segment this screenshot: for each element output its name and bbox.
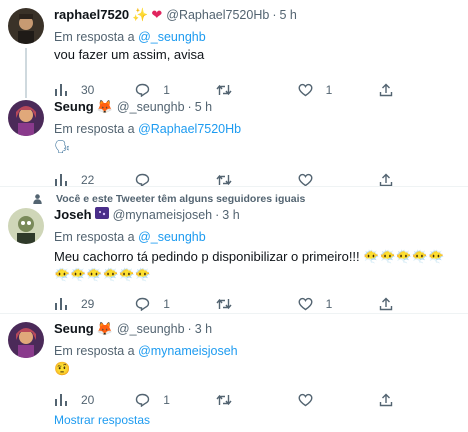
tweet-header: Joseh @mynameisjoseh · 3 h: [54, 206, 460, 224]
display-name[interactable]: raphael7520: [54, 6, 129, 24]
reply-count: 1: [163, 393, 170, 407]
reply-context: Em resposta a @Raphael7520Hb: [54, 120, 460, 138]
avatar[interactable]: [8, 322, 44, 358]
avatar[interactable]: [8, 100, 44, 136]
avatar[interactable]: [8, 8, 44, 44]
tweet-2[interactable]: Seung 🦊 @_seunghb · 5 h Em resposta a @R…: [0, 92, 468, 187]
fox-icon: 🦊: [96, 321, 113, 336]
views-button[interactable]: 20: [54, 393, 135, 407]
like-icon: [298, 393, 313, 407]
handle[interactable]: @_seunghb: [117, 320, 185, 338]
reply-prefix: Em resposta a: [54, 122, 135, 136]
reply-prefix: Em resposta a: [54, 30, 135, 44]
reply-to-link[interactable]: @mynameisjoseh: [138, 344, 238, 358]
tweet-1[interactable]: raphael7520 ✨ ❤ @Raphael7520Hb · 5 h Em …: [0, 0, 468, 98]
handle[interactable]: @_seunghb: [117, 98, 185, 116]
retweet-icon: [216, 297, 232, 311]
views-icon: [54, 297, 68, 311]
fox-icon: 🦊: [96, 99, 113, 114]
timestamp[interactable]: 5 h: [195, 98, 212, 116]
views-button[interactable]: 22: [54, 173, 135, 187]
reply-context: Em resposta a @_seunghb: [54, 28, 460, 46]
separator: ·: [272, 8, 277, 22]
reply-icon: [135, 297, 150, 311]
reply-button[interactable]: [135, 173, 216, 187]
like-button[interactable]: [298, 393, 379, 407]
divider: [0, 313, 468, 314]
milky-way-icon: [94, 206, 109, 224]
reply-to-link[interactable]: @Raphael7520Hb: [138, 122, 241, 136]
retweet-button[interactable]: [216, 173, 297, 187]
timestamp[interactable]: 3 h: [195, 320, 212, 338]
tweet-text: 🤨: [54, 361, 71, 376]
like-icon: [298, 297, 313, 311]
retweet-button[interactable]: [216, 393, 297, 407]
reply-to-link[interactable]: @_seunghb: [138, 230, 206, 244]
tweet-text: Meu cachorro tá pedindo p disponibilizar…: [54, 249, 445, 282]
display-name[interactable]: Seung: [54, 320, 94, 338]
tweet-text: 🗣: [54, 139, 71, 154]
sparkles-icon: ✨: [132, 7, 149, 22]
reply-count: 1: [163, 297, 170, 311]
reply-icon: [135, 173, 150, 187]
reply-icon: [135, 393, 150, 407]
handle[interactable]: @mynameisjoseh: [113, 206, 213, 224]
reply-button[interactable]: 1: [135, 297, 216, 311]
reply-prefix: Em resposta a: [54, 344, 135, 358]
share-button[interactable]: [379, 297, 460, 311]
share-button[interactable]: [379, 393, 460, 407]
share-icon: [379, 393, 393, 407]
retweet-icon: [216, 393, 232, 407]
timestamp[interactable]: 3 h: [222, 206, 239, 224]
retweet-button[interactable]: [216, 297, 297, 311]
like-button[interactable]: [298, 173, 379, 187]
person-icon: [33, 194, 42, 204]
display-name[interactable]: Joseh: [54, 206, 92, 224]
tweet-header: Seung 🦊 @_seunghb · 5 h: [54, 98, 460, 116]
separator: ·: [187, 100, 192, 114]
show-more-replies-link[interactable]: Mostrar respostas: [54, 413, 150, 427]
timestamp[interactable]: 5 h: [279, 6, 296, 24]
reply-button[interactable]: 1: [135, 393, 216, 407]
views-count: 22: [81, 173, 95, 187]
share-button[interactable]: [379, 173, 460, 187]
tweet-3[interactable]: Joseh @mynameisjoseh · 3 h Em resposta a…: [0, 204, 468, 314]
display-name[interactable]: Seung: [54, 98, 94, 116]
action-bar: 22: [54, 170, 460, 190]
share-icon: [379, 173, 393, 187]
views-icon: [54, 393, 68, 407]
reply-context: Em resposta a @_seunghb: [54, 228, 460, 246]
views-count: 29: [81, 297, 95, 311]
divider: [0, 186, 468, 187]
like-icon: [298, 173, 313, 187]
reply-context: Em resposta a @mynameisjoseh: [54, 342, 460, 360]
reply-prefix: Em resposta a: [54, 230, 135, 244]
retweet-icon: [216, 173, 232, 187]
views-count: 20: [81, 393, 95, 407]
share-icon: [379, 297, 393, 311]
avatar[interactable]: [8, 208, 44, 244]
views-icon: [54, 173, 68, 187]
heart-emoji-icon: ❤: [151, 7, 163, 22]
tweet-header: raphael7520 ✨ ❤ @Raphael7520Hb · 5 h: [54, 6, 460, 24]
action-bar: 20 1: [54, 390, 460, 410]
reply-to-link[interactable]: @_seunghb: [138, 30, 206, 44]
views-button[interactable]: 29: [54, 297, 135, 311]
like-button[interactable]: 1: [298, 297, 379, 311]
separator: ·: [215, 208, 220, 222]
separator: ·: [187, 322, 192, 336]
like-count: 1: [325, 297, 333, 311]
handle[interactable]: @Raphael7520Hb: [166, 6, 269, 24]
tweet-text: vou fazer um assim, avisa: [54, 47, 205, 62]
tweet-header: Seung 🦊 @_seunghb · 3 h: [54, 320, 460, 338]
action-bar: 29 1 1: [54, 294, 460, 314]
tweet-4[interactable]: Seung 🦊 @_seunghb · 3 h Em resposta a @m…: [0, 318, 468, 410]
